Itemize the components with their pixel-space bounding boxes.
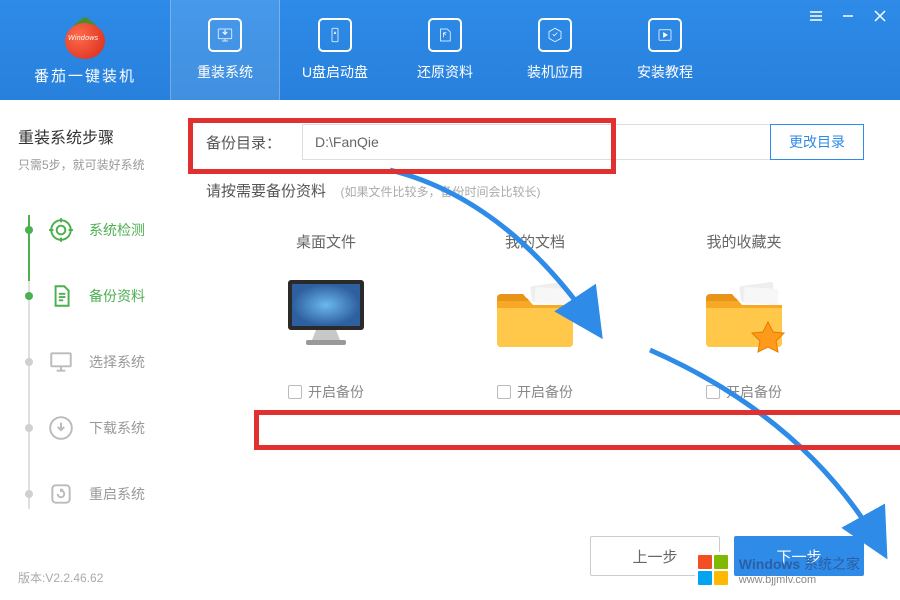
change-dir-button[interactable]: 更改目录 [770,124,864,160]
folder-documents-icon [480,274,590,354]
watermark-title: Windows 系统之家 [739,554,860,574]
restore-icon [428,18,462,52]
usb-icon [318,18,352,52]
step-restart-system: 重启系统 [18,461,154,527]
document-icon [47,282,75,310]
nav-install-apps[interactable]: 装机应用 [500,0,610,100]
step-label: 备份资料 [89,286,145,306]
nav-label: 安装教程 [637,62,693,82]
annotation-highlight [254,410,900,450]
section-header: 请按需要备份资料 (如果文件比较多，备份时间会比较长) [206,180,864,201]
nav-label: U盘启动盘 [302,62,368,82]
check-label: 开启备份 [517,382,573,402]
monitor-icon [47,348,75,376]
nav-reinstall-system[interactable]: 重装系统 [170,0,280,100]
app-name: 番茄一键装机 [34,65,136,86]
step-label: 下载系统 [89,418,145,438]
step-label: 选择系统 [89,352,145,372]
backup-path-row: 备份目录： 更改目录 [206,124,864,160]
watermark-url: www.bjjmlv.com [739,574,860,586]
watermark: Windows 系统之家 www.bjjmlv.com [695,552,860,588]
step-system-check: 系统检测 [18,197,154,263]
sidebar-title: 重装系统步骤 [18,124,154,148]
windows-logo-icon [695,552,731,588]
minimize-icon[interactable] [840,8,856,24]
section-hint: (如果文件比较多，备份时间会比较长) [340,185,540,199]
main-nav: 重装系统 U盘启动盘 还原资料 装机应用 安装教程 [170,0,720,100]
window-controls [808,8,888,24]
nav-label: 装机应用 [527,62,583,82]
tomato-logo: Windows [63,15,107,59]
sidebar: 重装系统步骤 只需5步，就可装好系统 系统检测 备份资料 选择系统 [0,100,170,600]
enable-backup-checkbox[interactable]: 开启备份 [288,382,364,402]
nav-label: 重装系统 [197,62,253,82]
check-label: 开启备份 [726,382,782,402]
logo-section: Windows 番茄一键装机 [0,15,170,86]
tutorial-icon [648,18,682,52]
check-label: 开启备份 [308,382,364,402]
backup-cards: 桌面文件 开启备份 我的文档 开启备份 [206,231,864,402]
backup-path-label: 备份目录： [206,132,302,153]
card-title: 我的收藏夹 [706,231,781,252]
backup-path-input[interactable] [302,124,770,160]
card-my-favorites: 我的收藏夹 开启备份 [664,231,824,402]
close-icon[interactable] [872,8,888,24]
section-title: 请按需要备份资料 [206,183,326,200]
step-list: 系统检测 备份资料 选择系统 下载系统 重启系统 [18,197,154,527]
nav-usb-boot[interactable]: U盘启动盘 [280,0,390,100]
sidebar-subtitle: 只需5步，就可装好系统 [18,156,154,173]
step-label: 系统检测 [89,220,145,240]
folder-favorites-icon [689,274,799,354]
restart-icon [47,480,75,508]
download-icon [47,414,75,442]
step-label: 重启系统 [89,484,145,504]
reinstall-icon [208,18,242,52]
main-content: 备份目录： 更改目录 请按需要备份资料 (如果文件比较多，备份时间会比较长) 桌… [170,100,900,600]
step-select-system: 选择系统 [18,329,154,395]
enable-backup-checkbox[interactable]: 开启备份 [706,382,782,402]
nav-label: 还原资料 [417,62,473,82]
step-backup-data: 备份资料 [18,263,154,329]
card-my-documents: 我的文档 开启备份 [455,231,615,402]
card-desktop-files: 桌面文件 开启备份 [246,231,406,402]
desktop-monitor-icon [271,274,381,354]
menu-icon[interactable] [808,8,824,24]
enable-backup-checkbox[interactable]: 开启备份 [497,382,573,402]
nav-restore-data[interactable]: 还原资料 [390,0,500,100]
target-icon [47,216,75,244]
apps-icon [538,18,572,52]
nav-tutorial[interactable]: 安装教程 [610,0,720,100]
version-label: 版本:V2.2.46.62 [18,569,103,586]
card-title: 我的文档 [505,231,565,252]
step-download-system: 下载系统 [18,395,154,461]
card-title: 桌面文件 [296,231,356,252]
app-header: Windows 番茄一键装机 重装系统 U盘启动盘 还原资料 装机应用 安装教程 [0,0,900,100]
